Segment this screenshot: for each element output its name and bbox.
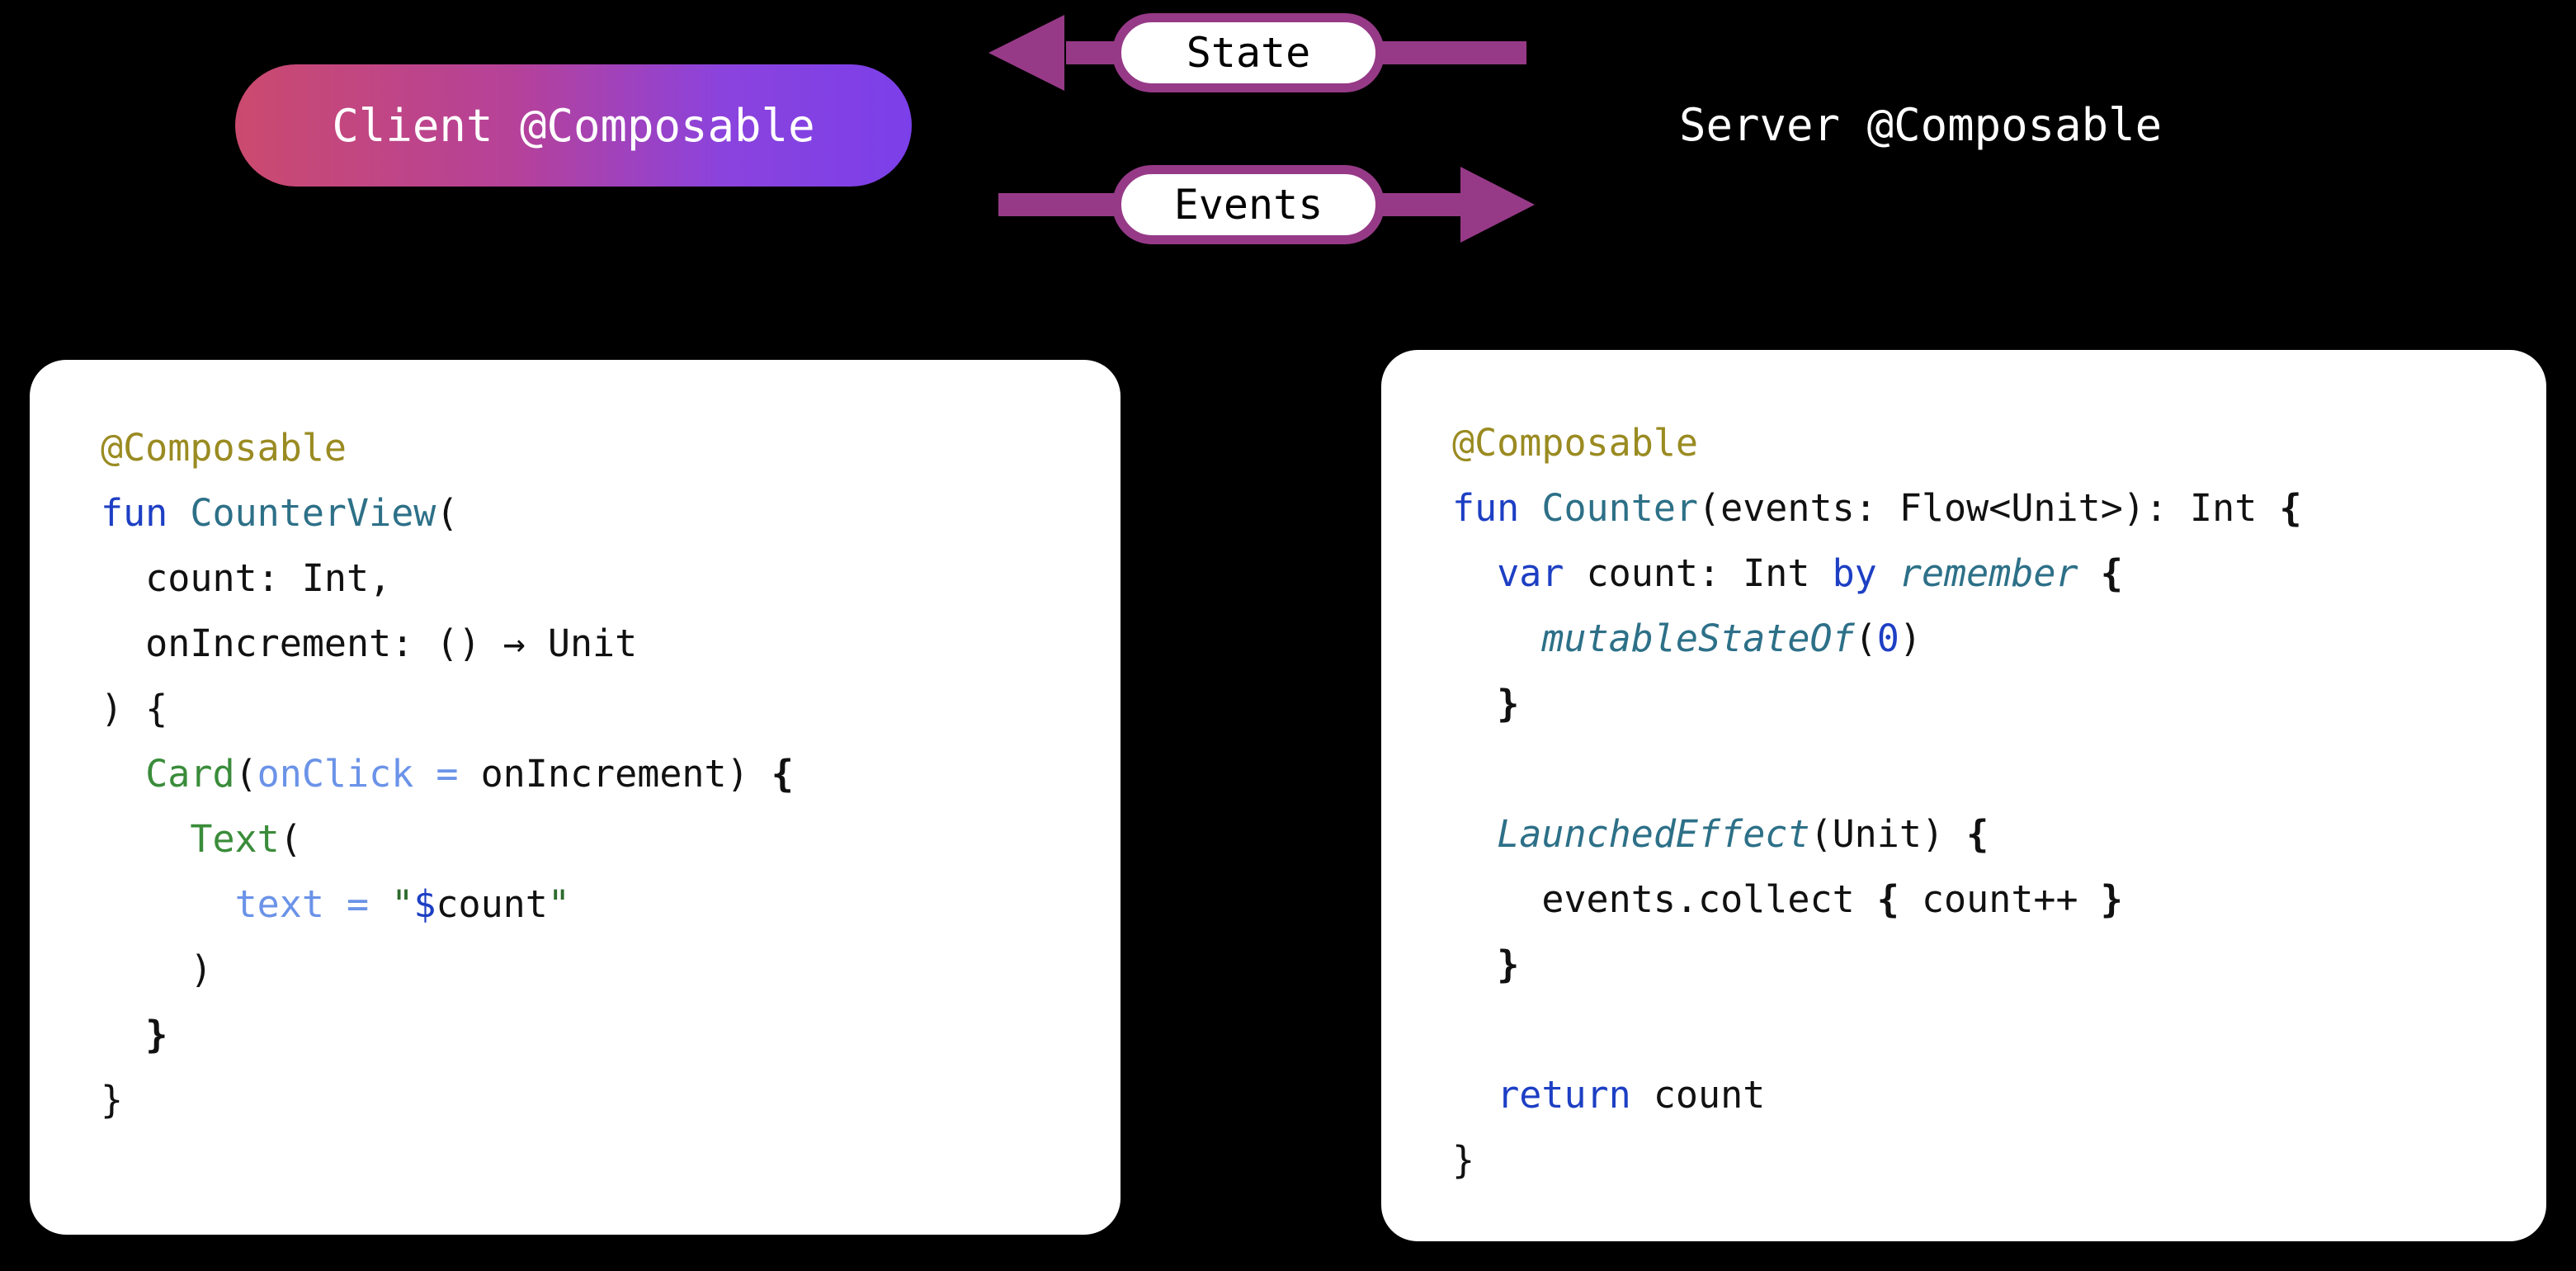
code-token: 0 bbox=[1876, 617, 1899, 660]
code-token: CounterView bbox=[190, 491, 436, 535]
code-token: Card bbox=[145, 752, 235, 796]
code-token: onIncrement: () → Unit bbox=[101, 621, 638, 665]
code-token: Text bbox=[190, 817, 280, 861]
code-token: ( bbox=[436, 491, 459, 535]
code-token: by bbox=[1832, 551, 1877, 595]
client-code-card: @Composable fun CounterView( count: Int,… bbox=[30, 360, 1121, 1235]
code-token: LaunchedEffect bbox=[1497, 812, 1810, 856]
code-token: ) bbox=[1899, 617, 1922, 660]
code-token: @Composable bbox=[101, 426, 347, 470]
code-token: { bbox=[771, 752, 794, 796]
header-flow-row: Client @Composable Server @Composable St… bbox=[0, 0, 2576, 330]
code-token: ) { bbox=[101, 687, 168, 730]
code-token: ) bbox=[101, 947, 213, 991]
code-token: Counter bbox=[1541, 486, 1699, 530]
code-token: remember bbox=[1899, 551, 2078, 595]
code-token: " bbox=[391, 882, 414, 926]
code-token: (events: Flow<Unit>): Int bbox=[1698, 486, 2280, 530]
code-token: count: Int, bbox=[101, 556, 392, 600]
client-pill-label: Client @Composable bbox=[332, 99, 815, 152]
code-token: $ bbox=[413, 882, 436, 926]
code-token: fun bbox=[1452, 486, 1542, 530]
client-code-block: @Composable fun CounterView( count: Int,… bbox=[101, 415, 794, 1132]
code-token: @Composable bbox=[1452, 421, 1699, 465]
code-token: { bbox=[2279, 486, 2302, 530]
server-code-block: @Composable fun Counter(events: Flow<Uni… bbox=[1452, 410, 2302, 1193]
code-token: onIncrement) bbox=[458, 752, 771, 796]
code-token: text = bbox=[234, 882, 370, 926]
server-composable-label: Server @Composable bbox=[1679, 99, 2163, 151]
code-token: ( bbox=[279, 817, 302, 861]
code-token: return bbox=[1497, 1073, 1631, 1117]
client-composable-pill: Client @Composable bbox=[235, 64, 912, 187]
code-token: } bbox=[1497, 682, 1520, 725]
state-chip-label: State bbox=[1186, 29, 1311, 77]
code-token: events.collect bbox=[1452, 877, 1877, 921]
code-token: } bbox=[1452, 1138, 1475, 1182]
state-flow-chip: State bbox=[1112, 13, 1385, 92]
code-token: fun bbox=[101, 491, 191, 535]
code-token: } bbox=[2100, 877, 2123, 921]
server-code-card: @Composable fun Counter(events: Flow<Uni… bbox=[1381, 350, 2546, 1241]
events-chip-label: Events bbox=[1173, 181, 1323, 229]
code-token: } bbox=[101, 1078, 124, 1122]
code-token: var bbox=[1497, 551, 1564, 595]
code-token: { bbox=[2100, 551, 2123, 595]
flow-arrows-group: State Events bbox=[974, 0, 1551, 281]
code-token: onClick = bbox=[257, 752, 459, 796]
code-token: count++ bbox=[1899, 877, 2101, 921]
code-token: { bbox=[1876, 877, 1899, 921]
events-flow-chip: Events bbox=[1112, 165, 1385, 244]
code-token: ( bbox=[234, 752, 257, 796]
code-token: } bbox=[1497, 943, 1520, 986]
code-token: ( bbox=[1854, 617, 1877, 660]
code-token: " bbox=[547, 882, 570, 926]
code-token: (Unit) bbox=[1809, 812, 1967, 856]
code-token: count bbox=[1630, 1073, 1766, 1117]
code-token: count bbox=[436, 882, 548, 926]
code-token: count: Int bbox=[1564, 551, 1833, 595]
code-token: } bbox=[145, 1013, 168, 1056]
code-token: mutableStateOf bbox=[1541, 617, 1855, 660]
code-token: { bbox=[1966, 812, 1989, 856]
